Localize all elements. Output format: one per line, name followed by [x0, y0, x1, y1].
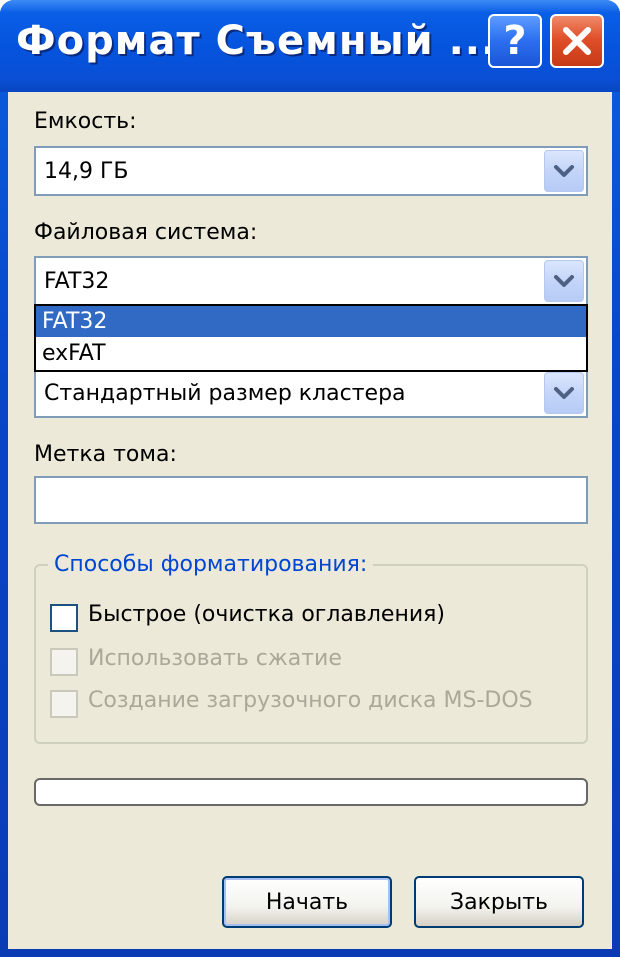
chevron-down-icon	[554, 387, 574, 399]
dropdown-option-exfat[interactable]: exFAT	[36, 338, 586, 369]
capacity-combo[interactable]: 14,9 ГБ	[34, 146, 588, 196]
chevron-down-icon	[554, 275, 574, 287]
volume-label-input[interactable]	[34, 476, 588, 524]
compression-label: Использовать сжатие	[88, 646, 342, 671]
format-options-legend: Способы форматирования:	[48, 552, 374, 577]
msdos-boot-checkbox	[50, 690, 78, 718]
cluster-size-combo[interactable]: Стандартный размер кластера	[34, 368, 588, 418]
quick-format-checkbox[interactable]	[50, 604, 78, 632]
close-x-icon	[563, 27, 591, 55]
volume-label-label: Метка тома:	[34, 442, 177, 467]
file-system-dropdown-button[interactable]	[544, 260, 584, 302]
help-button[interactable]: ?	[488, 14, 542, 68]
start-button[interactable]: Начать	[222, 876, 392, 928]
close-window-button[interactable]	[550, 14, 604, 68]
window-title: Формат Съемный ...	[16, 18, 498, 64]
chevron-down-icon	[554, 165, 574, 177]
format-progress-bar	[34, 778, 588, 806]
dropdown-option-fat32[interactable]: FAT32	[36, 306, 586, 337]
quick-format-label[interactable]: Быстрое (очистка оглавления)	[88, 602, 445, 627]
compression-checkbox	[50, 648, 78, 676]
file-system-combo[interactable]: FAT32	[34, 256, 588, 306]
title-bar[interactable]: Формат Съемный ... ?	[0, 0, 620, 92]
capacity-dropdown-button[interactable]	[544, 150, 584, 192]
dialog-client-area: Емкость: 14,9 ГБ Файловая система: FAT32…	[8, 92, 612, 949]
msdos-boot-label: Создание загрузочного диска MS-DOS	[88, 688, 533, 713]
close-button[interactable]: Закрыть	[414, 876, 584, 928]
file-system-label: Файловая система:	[34, 220, 258, 245]
capacity-value: 14,9 ГБ	[44, 159, 129, 184]
cluster-size-dropdown-button[interactable]	[544, 372, 584, 414]
cluster-size-value: Стандартный размер кластера	[44, 381, 406, 406]
file-system-dropdown-list: FAT32 exFAT	[34, 304, 588, 372]
question-mark-icon: ?	[503, 18, 527, 64]
capacity-label: Емкость:	[34, 109, 137, 134]
format-dialog-window: Формат Съемный ... ? Емкость: 14,9 ГБ Фа…	[0, 0, 620, 957]
file-system-value: FAT32	[44, 269, 110, 294]
